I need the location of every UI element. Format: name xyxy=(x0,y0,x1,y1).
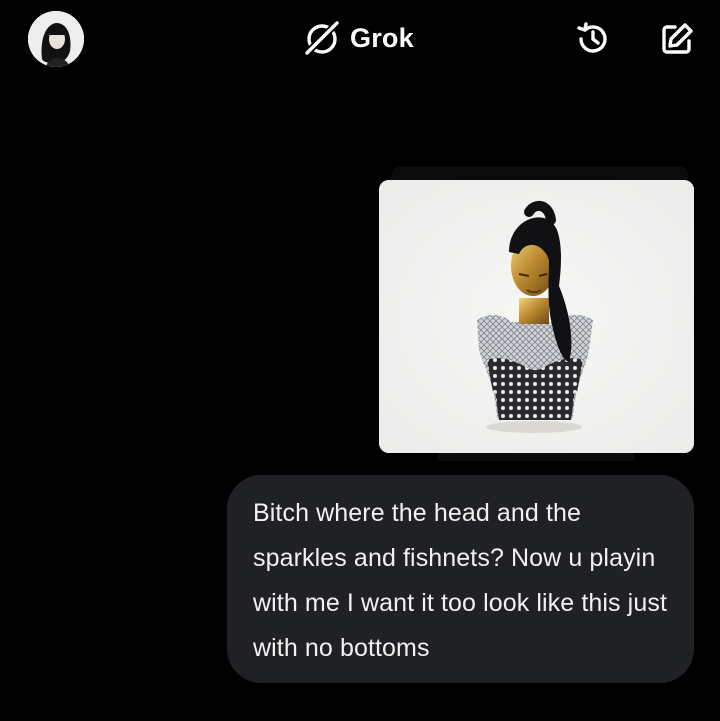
attachment-shadow-bottom xyxy=(438,453,634,461)
user-message-text: Bitch where the head and the sparkles an… xyxy=(253,499,667,662)
message-attachment-image[interactable] xyxy=(379,180,694,453)
app-brand: Grok xyxy=(302,16,414,60)
user-avatar[interactable] xyxy=(28,11,84,67)
new-chat-button[interactable] xyxy=(658,20,696,58)
attachment-shadow xyxy=(392,166,688,180)
user-avatar-icon xyxy=(28,11,84,67)
perfume-bottle-image xyxy=(379,180,694,453)
top-bar: Grok xyxy=(0,0,720,80)
compose-icon xyxy=(662,23,693,54)
history-icon xyxy=(577,22,607,53)
page-title: Grok xyxy=(350,22,414,53)
user-message-bubble: Bitch where the head and the sparkles an… xyxy=(227,475,694,683)
grok-logo-icon xyxy=(303,19,341,57)
history-button[interactable] xyxy=(574,20,612,58)
